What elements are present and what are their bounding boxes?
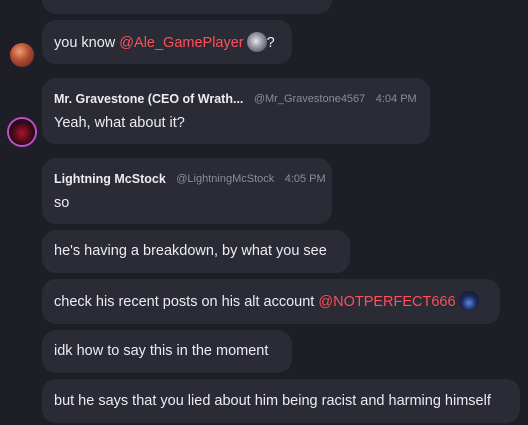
timestamp: 4:05 PM <box>284 172 326 185</box>
message-header: Lightning McStock @LightningMcStock 4:05… <box>54 170 326 188</box>
message-bubble[interactable]: he's having a breakdown, by what you see <box>42 230 350 273</box>
user-avatar[interactable] <box>9 119 35 145</box>
message-text: check his recent posts on his alt accoun… <box>54 291 479 312</box>
mention-avatar[interactable] <box>458 291 479 311</box>
message-bubble[interactable]: Mr. Gravestone (CEO of Wrath... @Mr_Grav… <box>42 78 430 144</box>
author-handle: @Mr_Gravestone4567 <box>253 92 366 105</box>
message-text: so <box>54 195 70 211</box>
mention-avatar[interactable] <box>246 32 267 52</box>
message-bubble[interactable]: idk how to say this in the moment <box>42 330 292 373</box>
message-text: you know @Ale_GamePlayer? <box>54 32 275 53</box>
message-text: idk how to say this in the moment <box>54 343 269 359</box>
author-handle: @LightningMcStock <box>176 172 275 185</box>
message-text: he's having a breakdown, by what you see <box>54 243 327 259</box>
user-mention[interactable]: @Ale_GamePlayer <box>119 35 243 51</box>
previous-message-bubble[interactable] <box>42 0 332 14</box>
message-bubble[interactable]: Lightning McStock @LightningMcStock 4:05… <box>42 158 332 224</box>
user-mention[interactable]: @NOTPERFECT666 <box>318 294 455 310</box>
timestamp: 4:04 PM <box>375 92 417 105</box>
author-name[interactable]: Lightning McStock <box>54 172 166 186</box>
author-name[interactable]: Mr. Gravestone (CEO of Wrath... <box>54 92 243 106</box>
message-bubble[interactable]: but he says that you lied about him bein… <box>42 379 520 423</box>
message-bubble[interactable]: you know @Ale_GamePlayer? <box>42 20 292 64</box>
message-bubble[interactable]: check his recent posts on his alt accoun… <box>42 279 500 324</box>
message-text: but he says that you lied about him bein… <box>54 393 491 409</box>
message-text: Yeah, what about it? <box>54 115 185 131</box>
message-header: Mr. Gravestone (CEO of Wrath... @Mr_Grav… <box>54 90 417 108</box>
user-avatar[interactable] <box>10 43 34 67</box>
